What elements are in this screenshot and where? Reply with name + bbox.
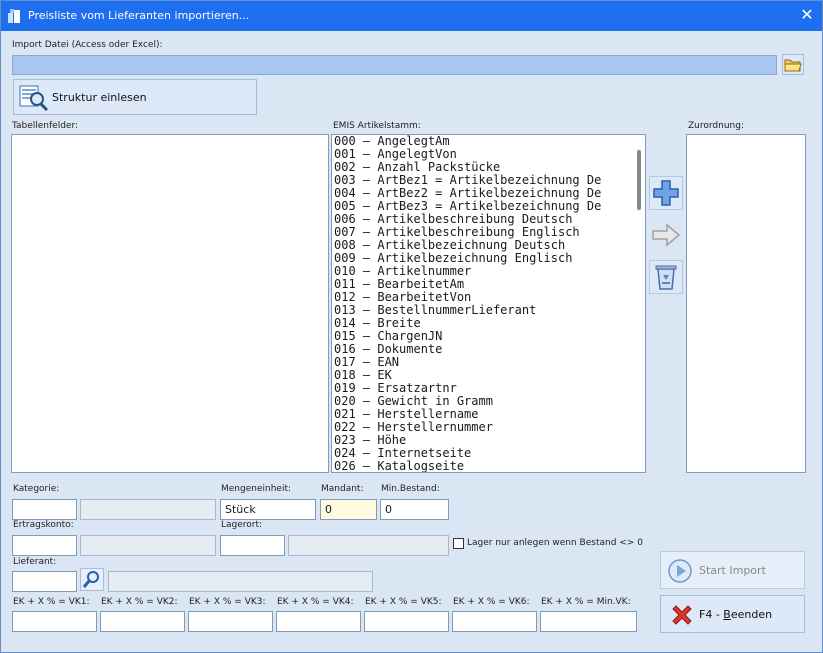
min-bestand-label: Min.Bestand:: [381, 484, 440, 494]
close-x-icon: [672, 605, 692, 625]
tabellenfelder-list[interactable]: [11, 134, 329, 473]
vk3-label: EK + X % = VK3:: [189, 597, 266, 607]
lager-nur-anlegen-checkbox[interactable]: [453, 538, 464, 549]
tabellenfelder-label: Tabellenfelder:: [12, 121, 79, 131]
beenden-label: F4 - Beenden: [699, 608, 773, 621]
kategorie-label: Kategorie:: [13, 484, 60, 494]
structure-search-icon: [19, 85, 49, 112]
vk1-field[interactable]: [12, 611, 97, 632]
zuordnung-label: Zurordnung:: [688, 121, 744, 131]
vk7-label: EK + X % = Min.VK:: [541, 597, 631, 607]
vk4-label: EK + X % = VK4:: [277, 597, 354, 607]
browse-button[interactable]: [782, 54, 804, 75]
plus-icon: [653, 180, 679, 206]
delete-button[interactable]: [649, 260, 683, 294]
lieferant-label: Lieferant:: [13, 557, 57, 567]
vk7-field[interactable]: [540, 611, 637, 632]
vk6-label: EK + X % = VK6:: [453, 597, 530, 607]
vk6-field[interactable]: [452, 611, 537, 632]
lieferant-description: [108, 571, 373, 592]
arrow-right-icon: [652, 223, 681, 247]
import-file-label: Import Datei (Access oder Excel):: [12, 40, 163, 50]
struktur-einlesen-label: Struktur einlesen: [52, 91, 147, 104]
emis-artikelstamm-label: EMIS Artikelstamm:: [333, 121, 421, 131]
lager-nur-anlegen-label: Lager nur anlegen wenn Bestand <> 0: [467, 538, 643, 548]
add-button[interactable]: [649, 176, 683, 210]
start-import-label: Start Import: [699, 564, 766, 577]
title-bar: Preisliste vom Lieferanten importieren..…: [1, 1, 822, 31]
mengeneinheit-label: Mengeneinheit:: [221, 484, 292, 494]
struktur-einlesen-button[interactable]: Struktur einlesen: [13, 79, 257, 115]
vk4-field[interactable]: [276, 611, 361, 632]
mengeneinheit-field[interactable]: Stück: [220, 499, 316, 520]
emis-artikelstamm-list[interactable]: 000 – AngelegtAm 001 – AngelegtVon 002 – A…: [331, 134, 646, 473]
window-title: Preisliste vom Lieferanten importieren..…: [28, 9, 250, 22]
ertragskonto-field[interactable]: [12, 535, 77, 556]
emis-scrollbar-thumb[interactable]: [637, 150, 641, 210]
vk2-field[interactable]: [100, 611, 185, 632]
import-dialog: Preisliste vom Lieferanten importieren..…: [0, 0, 823, 653]
play-icon: [668, 559, 692, 583]
min-bestand-field[interactable]: 0: [380, 499, 449, 520]
vk5-label: EK + X % = VK5:: [365, 597, 442, 607]
vk3-field[interactable]: [188, 611, 273, 632]
kategorie-description: [80, 499, 216, 520]
import-file-path-field[interactable]: [12, 55, 777, 75]
vk5-field[interactable]: [364, 611, 449, 632]
lagerort-field[interactable]: [220, 535, 285, 556]
zuordnung-list[interactable]: [686, 134, 806, 473]
lieferant-field[interactable]: [12, 571, 77, 592]
magnifier-icon: [82, 571, 99, 588]
lagerort-description: [288, 535, 449, 556]
ertragskonto-description: [80, 535, 216, 556]
ertragskonto-label: Ertragskonto:: [13, 520, 74, 530]
kategorie-field[interactable]: [12, 499, 77, 520]
beenden-button[interactable]: F4 - Beenden: [660, 595, 805, 633]
start-import-button[interactable]: Start Import: [660, 551, 805, 589]
lagerort-label: Lagerort:: [221, 520, 263, 530]
recycle-bin-icon: [655, 265, 677, 290]
assign-arrow-button[interactable]: [649, 218, 683, 252]
folder-icon: [784, 59, 802, 72]
vk2-label: EK + X % = VK2:: [101, 597, 178, 607]
mandant-field[interactable]: 0: [320, 499, 377, 520]
lieferant-search-button[interactable]: [80, 568, 104, 591]
emis-list-item[interactable]: 026 – Katalogseite: [334, 460, 643, 473]
close-icon[interactable]: ✕: [792, 1, 822, 31]
mandant-label: Mandant:: [321, 484, 364, 494]
app-icon: [8, 9, 20, 23]
vk1-label: EK + X % = VK1:: [13, 597, 90, 607]
